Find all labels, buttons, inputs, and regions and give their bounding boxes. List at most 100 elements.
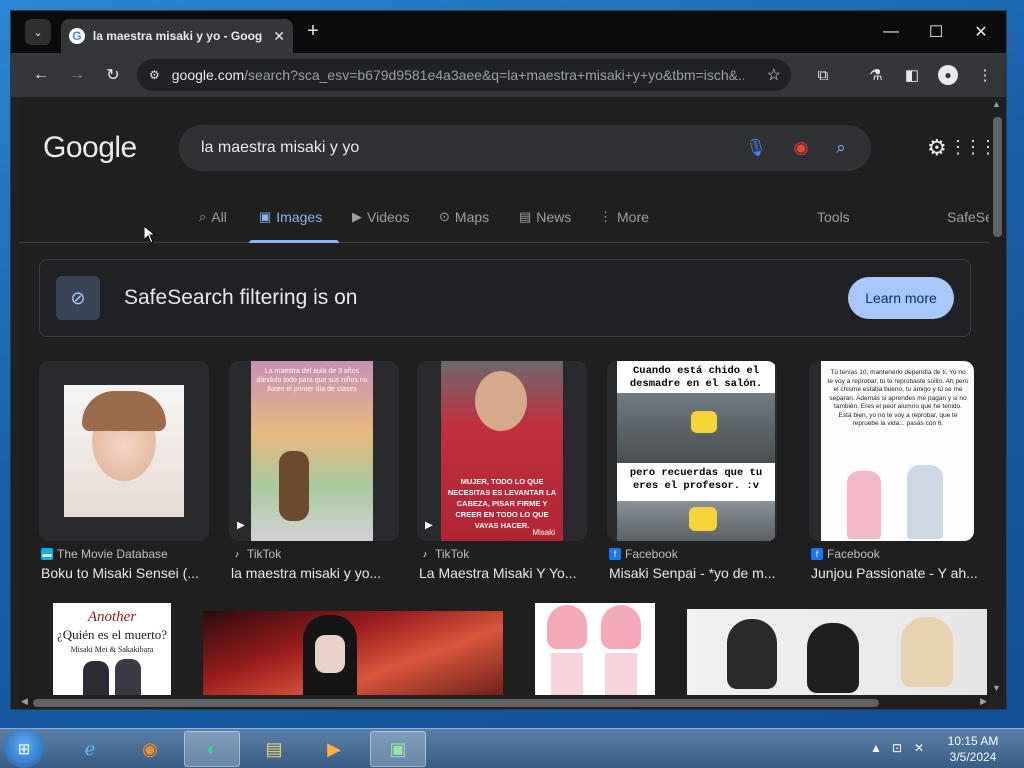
scroll-right-icon[interactable]: ▶ <box>980 696 987 707</box>
actor-left-hair <box>727 619 777 689</box>
side-panel-icon[interactable]: ◧ <box>900 63 924 87</box>
gear-icon[interactable]: ⚙ <box>927 135 947 161</box>
close-window-button[interactable]: ✕ <box>959 17 1003 47</box>
scroll-down-icon[interactable]: ▼ <box>992 683 1001 693</box>
labs-flask-icon[interactable]: ⚗ <box>864 63 888 87</box>
search-icon: ⌕ <box>199 209 207 224</box>
active-tab-indicator <box>249 240 339 243</box>
image-result-6[interactable]: Another ¿Quién es el muerto? Misaki Mei … <box>53 603 171 695</box>
tab-close-icon[interactable]: ✕ <box>273 28 285 45</box>
tiktok-favicon-icon: ♪ <box>234 549 240 559</box>
image-result-2[interactable]: La maestra del aula de 3 años dándolo to… <box>229 361 399 541</box>
more-vertical-icon: ⋮ <box>599 209 612 224</box>
play-icon: ▶ <box>237 520 245 531</box>
apps-grid-icon[interactable]: ⋮⋮⋮ <box>949 137 989 158</box>
vertical-scrollbar[interactable]: ▲ ▼ <box>989 97 1006 695</box>
reload-icon[interactable]: ↻ <box>101 63 125 87</box>
browser-tab-active[interactable]: G la maestra misaki y yo - Google ✕ <box>61 19 293 53</box>
edge-browser-icon[interactable]: ◐ <box>184 731 240 767</box>
start-button-windows-icon[interactable]: ⊞ <box>4 730 44 768</box>
result-caption[interactable]: La Maestra Misaki Y Yo... <box>419 565 594 581</box>
image-result-5[interactable]: Tú tenías 10, mantenerlo dependía de ti.… <box>809 361 974 541</box>
volume-muted-icon[interactable]: ✕ <box>914 741 924 755</box>
result-source[interactable]: f Facebook <box>609 547 678 561</box>
result-caption[interactable]: la maestra misaki y yo... <box>231 565 406 581</box>
tab-label: News <box>536 209 572 225</box>
tools-button[interactable]: Tools <box>817 209 850 225</box>
poster-title: Another <box>87 609 137 625</box>
menu-dots-icon[interactable]: ⋮ <box>973 63 997 87</box>
image-result-1[interactable] <box>39 361 209 541</box>
bookmark-star-icon[interactable]: ☆ <box>767 65 781 85</box>
terminal-app-icon[interactable]: ▣ <box>370 731 426 767</box>
tab-label: More <box>617 209 649 225</box>
facebook-favicon-icon: f <box>609 548 621 560</box>
site-info-icon[interactable]: ⚙ <box>149 68 160 82</box>
meme-top-panel <box>617 393 775 463</box>
result-source[interactable]: ♪ TikTok <box>419 547 469 561</box>
tab-maps[interactable]: ⊙ Maps <box>439 209 489 225</box>
tab-more[interactable]: ⋮ More <box>599 209 649 225</box>
network-icon[interactable]: ⊡ <box>892 741 902 755</box>
anime-girl-face <box>315 635 345 673</box>
image-result-8[interactable] <box>535 603 655 695</box>
result-caption[interactable]: Misaki Senpai - *yo de m... <box>609 565 784 581</box>
comic-character-left <box>847 471 881 539</box>
horizontal-scrollbar[interactable]: ◀ ▶ <box>19 695 989 709</box>
extensions-icon[interactable]: ⧉ <box>811 63 835 87</box>
poster-character-right <box>115 659 141 695</box>
result-source[interactable]: ♪ TikTok <box>231 547 281 561</box>
file-explorer-icon[interactable]: ▤ <box>246 731 302 767</box>
scroll-up-icon[interactable]: ▲ <box>992 99 1001 109</box>
result-caption[interactable]: Boku to Misaki Sensei (... <box>41 565 216 581</box>
tab-videos[interactable]: ▶ Videos <box>352 209 410 225</box>
minimize-button[interactable]: — <box>869 17 913 47</box>
search-box[interactable]: la maestra misaki y yo 🎙 ◉ ⌕ <box>179 125 871 171</box>
safesearch-tab[interactable]: SafeSe <box>947 209 989 225</box>
tab-news[interactable]: ▤ News <box>519 209 571 225</box>
image-result-4[interactable]: Cuando está chido el desmadre en el saló… <box>607 361 777 541</box>
search-icon[interactable]: ⌕ <box>830 137 852 159</box>
tab-images[interactable]: ▣ Images <box>259 209 322 225</box>
image-result-3[interactable]: MUJER, TODO LO QUE NECESITAS ES LEVANTAR… <box>417 361 587 541</box>
map-pin-icon: ⊙ <box>439 209 450 224</box>
scroll-left-icon[interactable]: ◀ <box>21 696 28 707</box>
maximize-button[interactable]: ☐ <box>914 17 958 47</box>
image-result-9[interactable] <box>687 609 987 695</box>
actor-middle-hair <box>807 623 859 693</box>
meme-top-text: Cuando está chido el desmadre en el saló… <box>629 365 763 390</box>
meme-bottom-panel <box>617 501 775 541</box>
image-result-7[interactable] <box>203 611 503 695</box>
result-caption[interactable]: Junjou Passionate - Y ah... <box>811 565 981 581</box>
search-input[interactable]: la maestra misaki y yo <box>201 139 359 157</box>
clock-time: 10:15 AM <box>947 734 999 748</box>
vertical-scroll-thumb[interactable] <box>993 117 1002 237</box>
chevron-down-icon: ⌄ <box>33 26 43 39</box>
new-tab-button[interactable]: + <box>301 20 325 43</box>
microphone-icon[interactable]: 🎙 <box>745 137 767 159</box>
lens-camera-icon[interactable]: ◉ <box>790 137 812 159</box>
tray-expand-icon[interactable]: ▲ <box>870 741 882 755</box>
google-logo[interactable]: Google <box>43 131 137 165</box>
profile-avatar-icon[interactable]: ● <box>938 65 958 85</box>
result-thumbnail: Cuando está chido el desmadre en el saló… <box>617 361 775 541</box>
system-clock[interactable]: 10:15 AM 3/5/2024 <box>940 733 1006 765</box>
firefox-icon[interactable]: ◉ <box>122 731 178 767</box>
play-icon: ▶ <box>425 520 433 531</box>
horizontal-scroll-thumb[interactable] <box>33 699 879 707</box>
thumbnail-caption: La maestra del aula de 3 años dándolo to… <box>256 368 368 393</box>
result-thumbnail: La maestra del aula de 3 años dándolo to… <box>251 361 373 541</box>
address-bar[interactable]: ⚙ google.com /search?sca_esv=b679d9581e4… <box>137 59 791 91</box>
tiktok-favicon-icon: ♪ <box>422 549 428 559</box>
forward-arrow-icon[interactable]: → <box>65 63 89 87</box>
tab-search-button[interactable]: ⌄ <box>25 19 51 45</box>
result-source[interactable]: f Facebook <box>811 547 880 561</box>
back-arrow-icon[interactable]: ← <box>29 63 53 87</box>
pikachu-figure <box>691 411 717 433</box>
internet-explorer-icon[interactable]: ℯ <box>62 731 118 767</box>
url-path: /search?sca_esv=b679d9581e4a3aee&q=la+ma… <box>244 67 745 83</box>
learn-more-button[interactable]: Learn more <box>848 277 954 319</box>
media-player-icon[interactable]: ▶ <box>306 731 362 767</box>
result-source[interactable]: ▬ The Movie Database <box>41 547 168 561</box>
tab-all[interactable]: ⌕ All <box>199 209 227 225</box>
